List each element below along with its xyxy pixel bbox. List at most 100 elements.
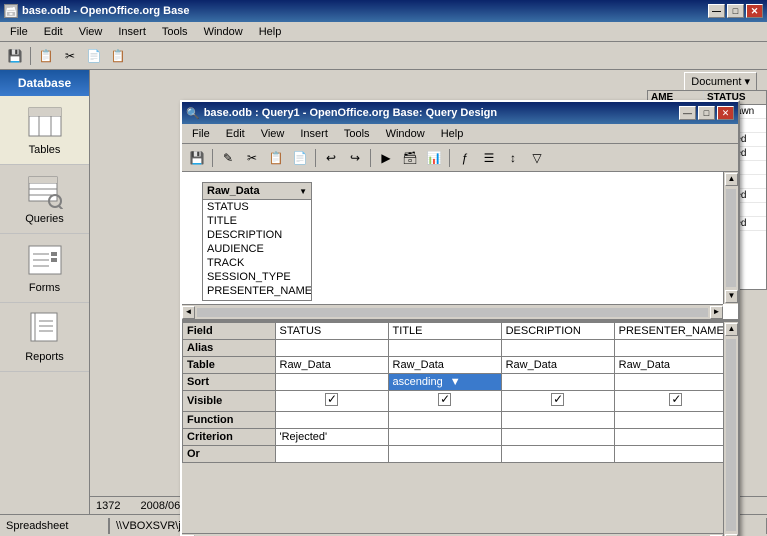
grid-table-description[interactable]: Raw_Data: [501, 357, 614, 374]
checkbox-visible-description[interactable]: [551, 393, 564, 406]
query-menu-help[interactable]: Help: [435, 126, 470, 142]
grid-alias-status[interactable]: [275, 340, 388, 357]
query-minimize-button[interactable]: —: [679, 106, 696, 120]
query-copy-btn[interactable]: 📋: [265, 147, 287, 169]
sidebar-item-reports[interactable]: Reports: [0, 303, 89, 372]
query-menu-file[interactable]: File: [186, 126, 216, 142]
grid-or-status[interactable]: [275, 446, 388, 463]
sidebar-item-tables[interactable]: Tables: [0, 96, 89, 165]
grid-sort-description[interactable]: [501, 374, 614, 391]
query-view-btn[interactable]: ☰: [478, 147, 500, 169]
outer-menu-view[interactable]: View: [73, 24, 109, 40]
outer-menu-window[interactable]: Window: [198, 24, 249, 40]
sidebar-item-forms[interactable]: Forms: [0, 234, 89, 303]
outer-menu-file[interactable]: File: [4, 24, 34, 40]
grid-sort-status[interactable]: [275, 374, 388, 391]
outer-maximize-button[interactable]: □: [727, 4, 744, 18]
sidebar-reports-label: Reports: [25, 351, 64, 363]
field-audience[interactable]: AUDIENCE: [203, 242, 311, 256]
grid-or-description[interactable]: [501, 446, 614, 463]
grid-or-presenter[interactable]: [614, 446, 737, 463]
grid-function-description[interactable]: [501, 412, 614, 429]
hscroll-right-btn[interactable]: ►: [710, 306, 723, 319]
grid-criterion-description[interactable]: [501, 429, 614, 446]
outer-menu-tools[interactable]: Tools: [156, 24, 194, 40]
toolbar-btn-1[interactable]: 💾: [4, 45, 26, 67]
grid-vscroll[interactable]: ▲ ▼: [723, 322, 738, 536]
query-save-btn[interactable]: 💾: [186, 147, 208, 169]
field-presenter-name[interactable]: PRESENTER_NAME: [203, 284, 311, 298]
field-title[interactable]: TITLE: [203, 214, 311, 228]
grid-field-status[interactable]: STATUS: [275, 323, 388, 340]
toolbar-btn-3[interactable]: ✂: [59, 45, 81, 67]
query-edit-btn[interactable]: ✎: [217, 147, 239, 169]
document-dropdown[interactable]: Document ▾: [684, 72, 757, 91]
query-menu-window[interactable]: Window: [380, 126, 431, 142]
query-menu-edit[interactable]: Edit: [220, 126, 251, 142]
grid-alias-presenter[interactable]: [614, 340, 737, 357]
outer-menu-edit[interactable]: Edit: [38, 24, 69, 40]
toolbar-btn-5[interactable]: 📋: [107, 45, 129, 67]
grid-sort-presenter[interactable]: [614, 374, 737, 391]
grid-field-description[interactable]: DESCRIPTION: [501, 323, 614, 340]
hscroll-left-btn[interactable]: ◄: [182, 306, 195, 319]
grid-visible-status[interactable]: [275, 391, 388, 412]
checkbox-visible-title[interactable]: [438, 393, 451, 406]
grid-visible-description[interactable]: [501, 391, 614, 412]
grid-visible-title[interactable]: [388, 391, 501, 412]
grid-alias-title[interactable]: [388, 340, 501, 357]
query-close-button[interactable]: ✕: [717, 106, 734, 120]
grid-function-presenter[interactable]: [614, 412, 737, 429]
sidebar-item-queries[interactable]: Queries: [0, 165, 89, 234]
query-run-btn[interactable]: ▶: [375, 147, 397, 169]
grid-visible-presenter[interactable]: [614, 391, 737, 412]
query-sort-btn[interactable]: ↕: [502, 147, 524, 169]
grid-criterion-status[interactable]: 'Rejected': [275, 429, 388, 446]
query-func-btn[interactable]: ƒ: [454, 147, 476, 169]
field-description[interactable]: DESCRIPTION: [203, 228, 311, 242]
grid-field-title[interactable]: TITLE: [388, 323, 501, 340]
grid-table-presenter[interactable]: Raw_Data: [614, 357, 737, 374]
query-top-vscroll[interactable]: ▲ ▼: [723, 172, 738, 304]
outer-menu-insert[interactable]: Insert: [112, 24, 152, 40]
grid-alias-description[interactable]: [501, 340, 614, 357]
query-filter-btn[interactable]: ▽: [526, 147, 548, 169]
outer-minimize-button[interactable]: —: [708, 4, 725, 18]
grid-field-presenter[interactable]: PRESENTER_NAME: [614, 323, 737, 340]
query-menu-view[interactable]: View: [255, 126, 291, 142]
checkbox-visible-presenter[interactable]: [669, 393, 682, 406]
grid-criterion-title[interactable]: [388, 429, 501, 446]
vscroll-up-btn[interactable]: ▲: [725, 173, 738, 186]
grid-criterion-presenter[interactable]: [614, 429, 737, 446]
query-redo-btn[interactable]: ↪: [344, 147, 366, 169]
query-paste-btn[interactable]: 📄: [289, 147, 311, 169]
grid-table-status[interactable]: Raw_Data: [275, 357, 388, 374]
table-box-scroll-btn[interactable]: ▼: [299, 187, 307, 196]
grid-or-title[interactable]: [388, 446, 501, 463]
grid-function-status[interactable]: [275, 412, 388, 429]
query-undo-btn[interactable]: ↩: [320, 147, 342, 169]
table-box-fields[interactable]: STATUS TITLE DESCRIPTION AUDIENCE TRACK …: [203, 200, 311, 300]
outer-close-button[interactable]: ✕: [746, 4, 763, 18]
query-menu-insert[interactable]: Insert: [294, 126, 334, 142]
field-session-type[interactable]: SESSION_TYPE: [203, 270, 311, 284]
query-cut-btn[interactable]: ✂: [241, 147, 263, 169]
query-maximize-button[interactable]: □: [698, 106, 715, 120]
grid-sort-title[interactable]: ascending ▼: [388, 374, 501, 391]
field-biography[interactable]: BIOGRAPHY: [203, 298, 311, 300]
grid-function-title[interactable]: [388, 412, 501, 429]
field-status[interactable]: STATUS: [203, 200, 311, 214]
toolbar-btn-4[interactable]: 📄: [83, 45, 105, 67]
field-track[interactable]: TRACK: [203, 256, 311, 270]
outer-menu-help[interactable]: Help: [253, 24, 288, 40]
grid-vscroll-up[interactable]: ▲: [725, 323, 738, 336]
query-table-btn[interactable]: 🗃: [399, 147, 421, 169]
vscroll-down-btn[interactable]: ▼: [725, 290, 738, 303]
query-field-btn[interactable]: 📊: [423, 147, 445, 169]
checkbox-visible-status[interactable]: [325, 393, 338, 406]
query-top-hscroll[interactable]: ◄ ►: [182, 304, 723, 319]
outer-window-title: base.odb - OpenOffice.org Base: [22, 5, 189, 17]
grid-table-title[interactable]: Raw_Data: [388, 357, 501, 374]
query-menu-tools[interactable]: Tools: [338, 126, 376, 142]
toolbar-btn-2[interactable]: 📋: [35, 45, 57, 67]
